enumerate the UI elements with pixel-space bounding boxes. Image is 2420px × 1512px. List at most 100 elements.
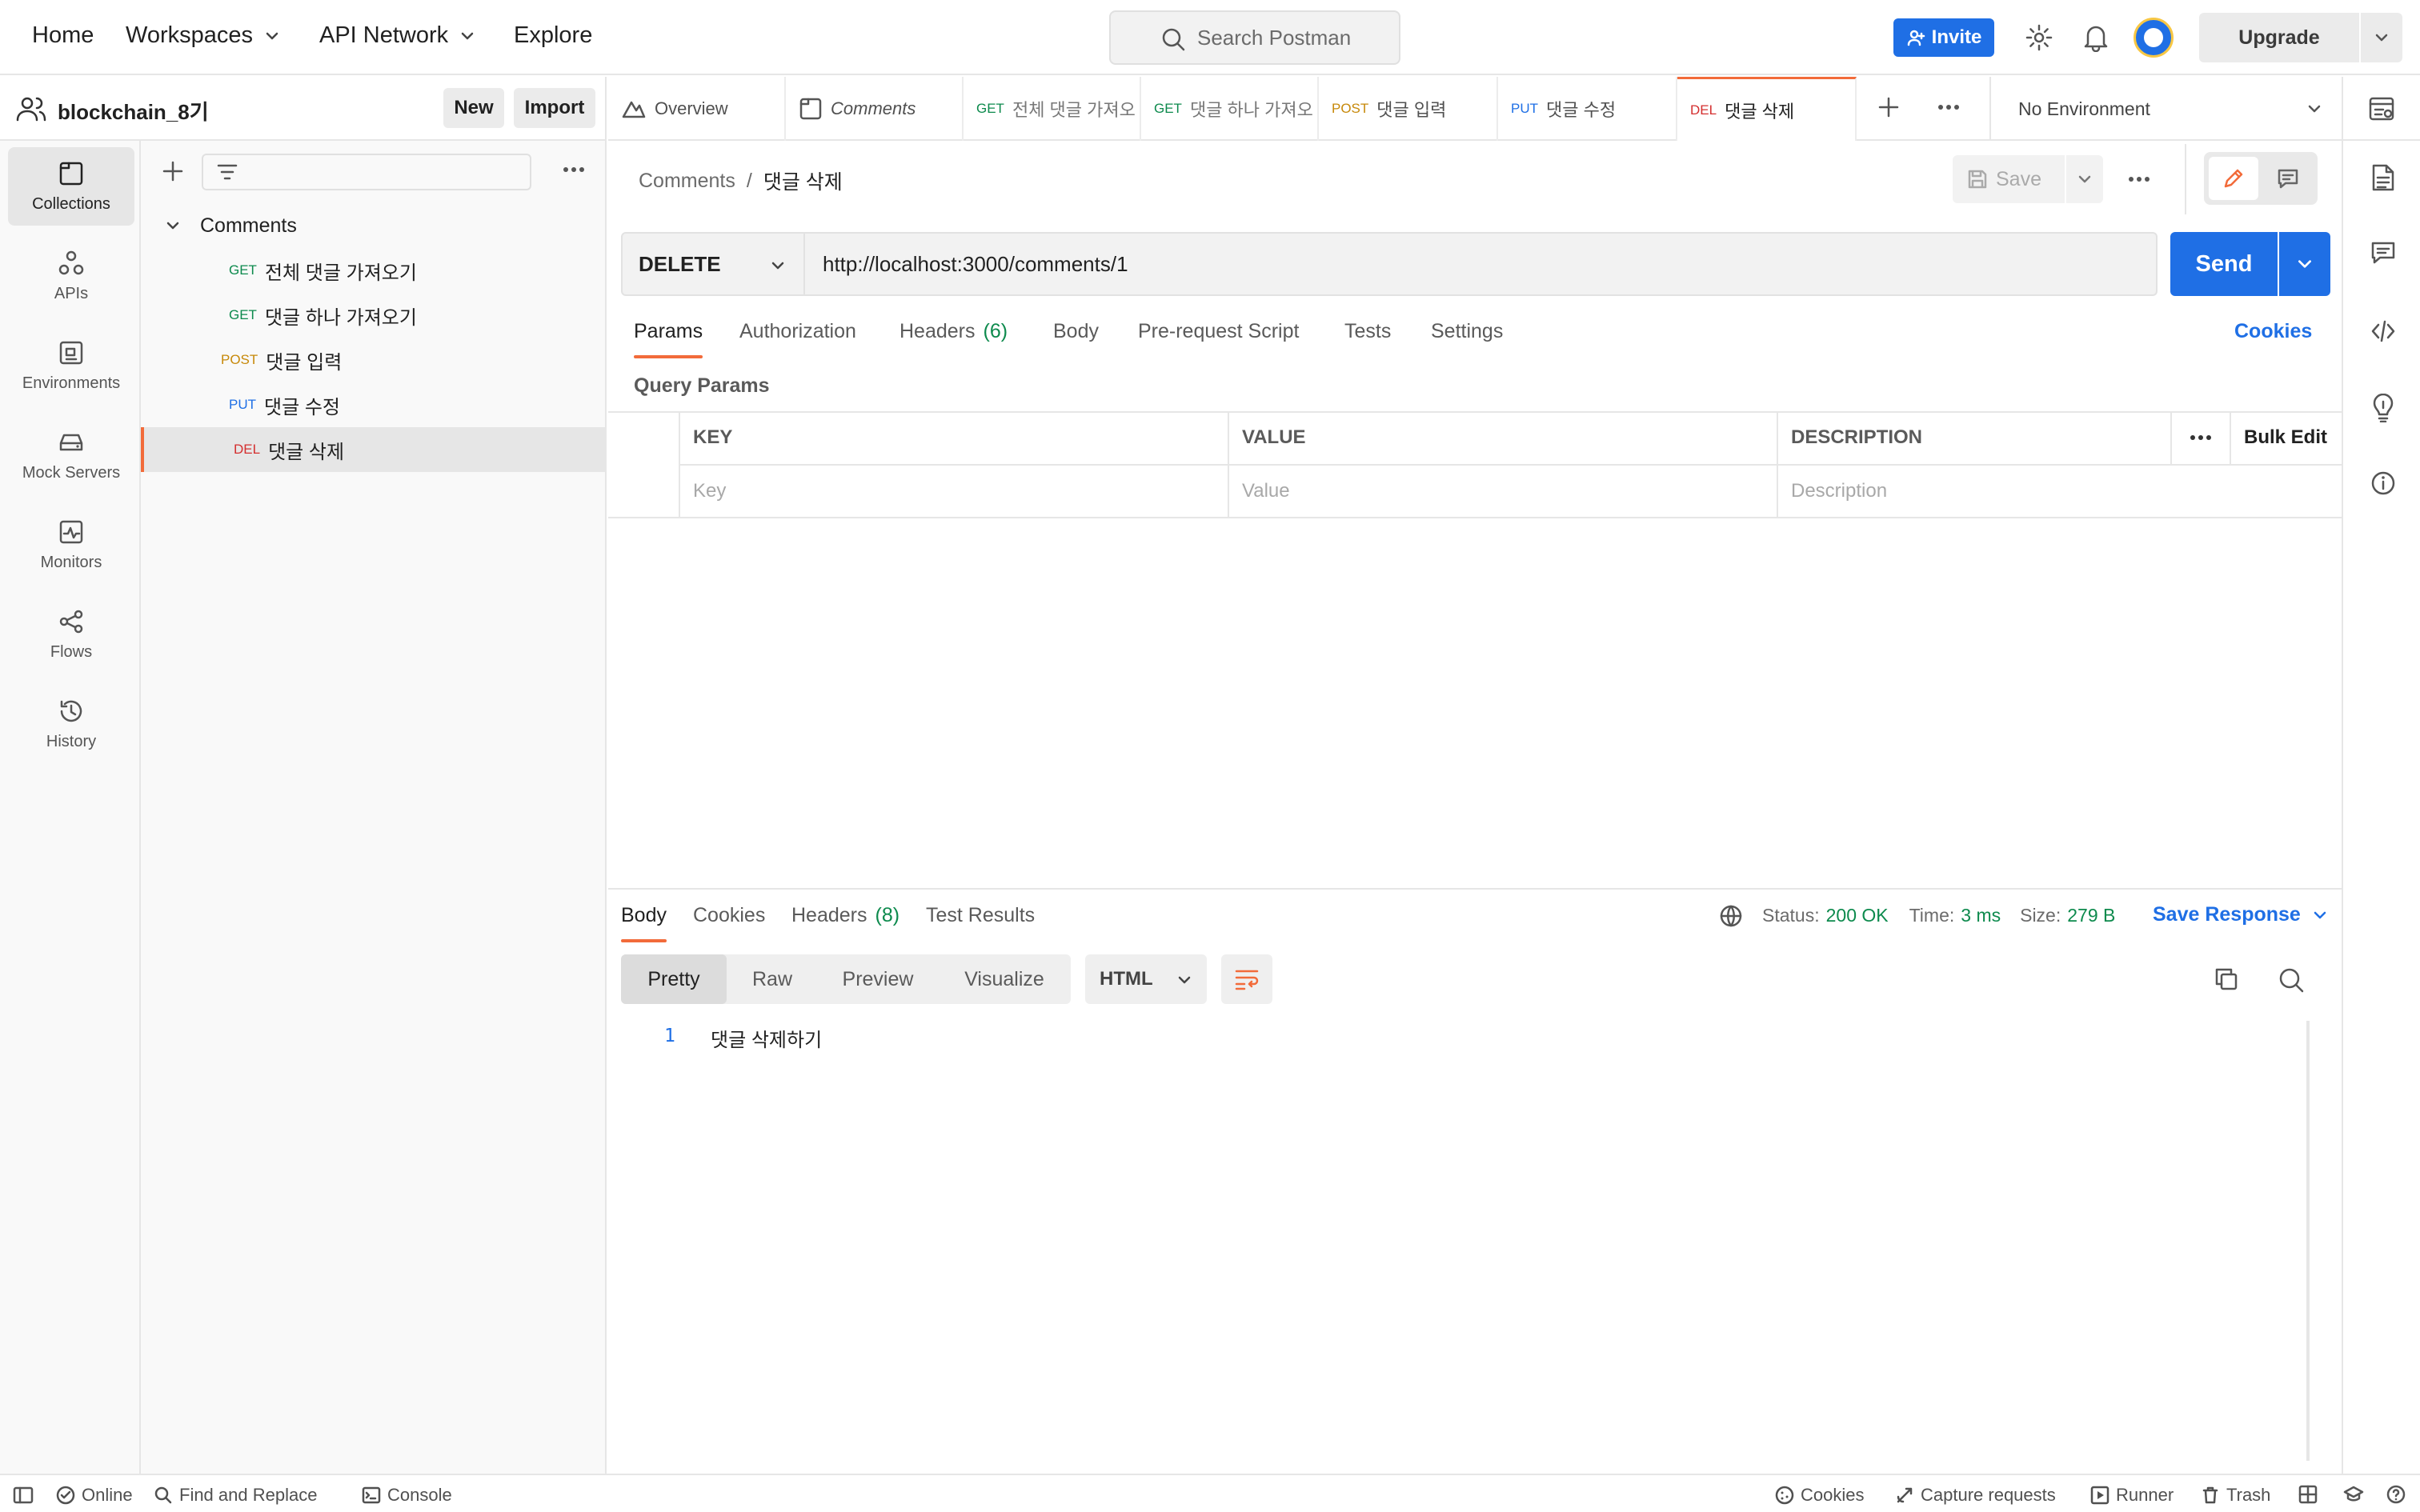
collection-folder[interactable]: Comments — [141, 203, 607, 248]
tab-overview[interactable]: Overview — [608, 77, 786, 141]
cookies-link[interactable]: Cookies — [2234, 320, 2312, 343]
capture-requests-button[interactable]: Capture requests — [1895, 1485, 2056, 1506]
nav-api-network[interactable]: API Network — [319, 22, 475, 49]
save-dropdown[interactable] — [2066, 155, 2103, 203]
more-options-icon[interactable] — [1937, 102, 1961, 112]
description-input[interactable]: Description — [1777, 464, 2342, 517]
sidebar-item-flows[interactable]: Flows — [8, 595, 134, 674]
table-options[interactable] — [2170, 411, 2230, 464]
response-body-editor[interactable]: 1 댓글 삭제하기 — [621, 1021, 2310, 1461]
trash-button[interactable]: Trash — [2201, 1485, 2270, 1506]
sidebar-item-history[interactable]: History — [8, 685, 134, 763]
request-item-selected[interactable]: DEL 댓글 삭제 — [141, 427, 607, 472]
send-dropdown[interactable] — [2279, 232, 2330, 296]
environment-selector[interactable]: No Environment — [2002, 77, 2337, 141]
sidebar-item-monitors[interactable]: Monitors — [8, 506, 134, 584]
add-icon[interactable] — [162, 160, 184, 182]
tab-headers[interactable]: Headers (6) — [899, 320, 1008, 343]
view-preview[interactable]: Preview — [818, 954, 938, 1004]
cookies-button[interactable]: Cookies — [1775, 1485, 1864, 1506]
sidebar-item-mock-servers[interactable]: Mock Servers — [8, 416, 134, 494]
environment-quick-look-icon[interactable] — [2367, 94, 2396, 123]
code-icon[interactable] — [2370, 318, 2396, 344]
breadcrumb-current[interactable]: 댓글 삭제 — [763, 166, 843, 195]
tab-settings[interactable]: Settings — [1431, 320, 1503, 343]
wrap-lines-button[interactable] — [1221, 954, 1272, 1004]
tab-pre-request-script[interactable]: Pre-request Script — [1138, 320, 1299, 343]
tab-params[interactable]: Params — [634, 320, 703, 358]
search-icon[interactable] — [2278, 966, 2305, 994]
sidebar-item-apis[interactable]: APIs — [8, 237, 134, 315]
upgrade-dropdown[interactable] — [2361, 13, 2402, 62]
more-options-icon[interactable] — [562, 165, 586, 174]
new-button[interactable]: New — [443, 88, 504, 128]
format-select[interactable]: HTML — [1085, 954, 1207, 1004]
sidebar-item-collections[interactable]: Collections — [8, 147, 134, 226]
tab-tests[interactable]: Tests — [1344, 320, 1391, 343]
more-options-icon[interactable] — [2127, 174, 2151, 184]
avatar[interactable] — [2134, 18, 2174, 58]
request-item[interactable]: GET 전체 댓글 가져오기 — [141, 248, 607, 293]
documentation-icon[interactable] — [2370, 163, 2396, 192]
learning-center-icon[interactable] — [2343, 1485, 2364, 1504]
invite-button[interactable]: Invite — [1893, 18, 1994, 57]
info-icon[interactable] — [2370, 470, 2396, 496]
console-button[interactable]: Console — [362, 1485, 452, 1506]
view-visualize[interactable]: Visualize — [938, 954, 1071, 1004]
tab-comments[interactable]: Comments — [786, 77, 964, 141]
edit-mode-button[interactable] — [2209, 157, 2258, 200]
settings-gear-icon[interactable] — [2025, 23, 2053, 52]
save-response-button[interactable]: Save Response — [2153, 903, 2328, 926]
filter-input[interactable] — [202, 154, 531, 190]
find-replace-button[interactable]: Find and Replace — [154, 1485, 317, 1506]
nav-home[interactable]: Home — [32, 22, 94, 49]
request-item[interactable]: POST 댓글 입력 — [141, 338, 607, 382]
breadcrumb-parent[interactable]: Comments — [639, 170, 735, 193]
request-item[interactable]: PUT 댓글 수정 — [141, 382, 607, 427]
nav-explore[interactable]: Explore — [514, 22, 592, 49]
help-icon[interactable] — [2386, 1485, 2406, 1504]
response-tab-headers[interactable]: Headers (8) — [791, 904, 899, 927]
copy-icon[interactable] — [2214, 966, 2239, 992]
scrollbar[interactable] — [2306, 1021, 2310, 1461]
tab-delete-comment[interactable]: DEL 댓글 삭제 — [1677, 77, 1857, 141]
key-input[interactable]: Key — [679, 464, 1228, 517]
tab-authorization[interactable]: Authorization — [739, 320, 856, 343]
tab-put-comment[interactable]: PUT 댓글 수정 — [1498, 77, 1677, 141]
notification-bell-icon[interactable] — [2082, 23, 2109, 52]
comments-mode-button[interactable] — [2263, 157, 2313, 200]
runner-button[interactable]: Runner — [2090, 1485, 2174, 1506]
nav-workspaces[interactable]: Workspaces — [126, 22, 280, 49]
workspace-name[interactable]: blockchain_8기 — [58, 96, 209, 126]
import-button[interactable]: Import — [514, 88, 595, 128]
sidebar-item-environments[interactable]: Environments — [8, 326, 134, 405]
search-box[interactable]: Search Postman — [1109, 10, 1400, 65]
tab-get-one-comment[interactable]: GET 댓글 하나 가져오 — [1141, 77, 1319, 141]
tab-post-comment[interactable]: POST 댓글 입력 — [1319, 77, 1498, 141]
size-value[interactable]: 279 B — [2067, 905, 2115, 926]
bulk-edit-button[interactable]: Bulk Edit — [2230, 411, 2342, 464]
response-tab-body[interactable]: Body — [621, 904, 667, 942]
request-item[interactable]: GET 댓글 하나 가져오기 — [141, 293, 607, 338]
tab-get-all-comments[interactable]: GET 전체 댓글 가져오 — [964, 77, 1141, 141]
upgrade-button[interactable]: Upgrade — [2199, 13, 2359, 62]
send-button[interactable]: Send — [2170, 232, 2278, 296]
time-value[interactable]: 3 ms — [1961, 905, 2001, 926]
save-button[interactable]: Save — [1953, 155, 2065, 203]
view-raw[interactable]: Raw — [727, 954, 818, 1004]
response-tab-test-results[interactable]: Test Results — [926, 904, 1035, 927]
url-input[interactable]: http://localhost:3000/comments/1 — [805, 232, 2158, 296]
two-pane-icon[interactable] — [2298, 1485, 2318, 1504]
status-value[interactable]: 200 OK — [1826, 905, 1889, 926]
lightbulb-icon[interactable] — [2370, 394, 2396, 422]
globe-icon[interactable] — [1719, 904, 1743, 928]
value-input[interactable]: Value — [1228, 464, 1777, 517]
tab-body[interactable]: Body — [1053, 320, 1099, 343]
toggle-sidebar-icon[interactable] — [13, 1486, 34, 1504]
new-tab-icon[interactable] — [1877, 96, 1900, 118]
comments-icon[interactable] — [2370, 240, 2396, 266]
view-pretty[interactable]: Pretty — [621, 954, 727, 1004]
response-tab-cookies[interactable]: Cookies — [693, 904, 765, 927]
online-status[interactable]: Online — [56, 1485, 133, 1506]
method-select[interactable]: DELETE — [621, 232, 805, 296]
